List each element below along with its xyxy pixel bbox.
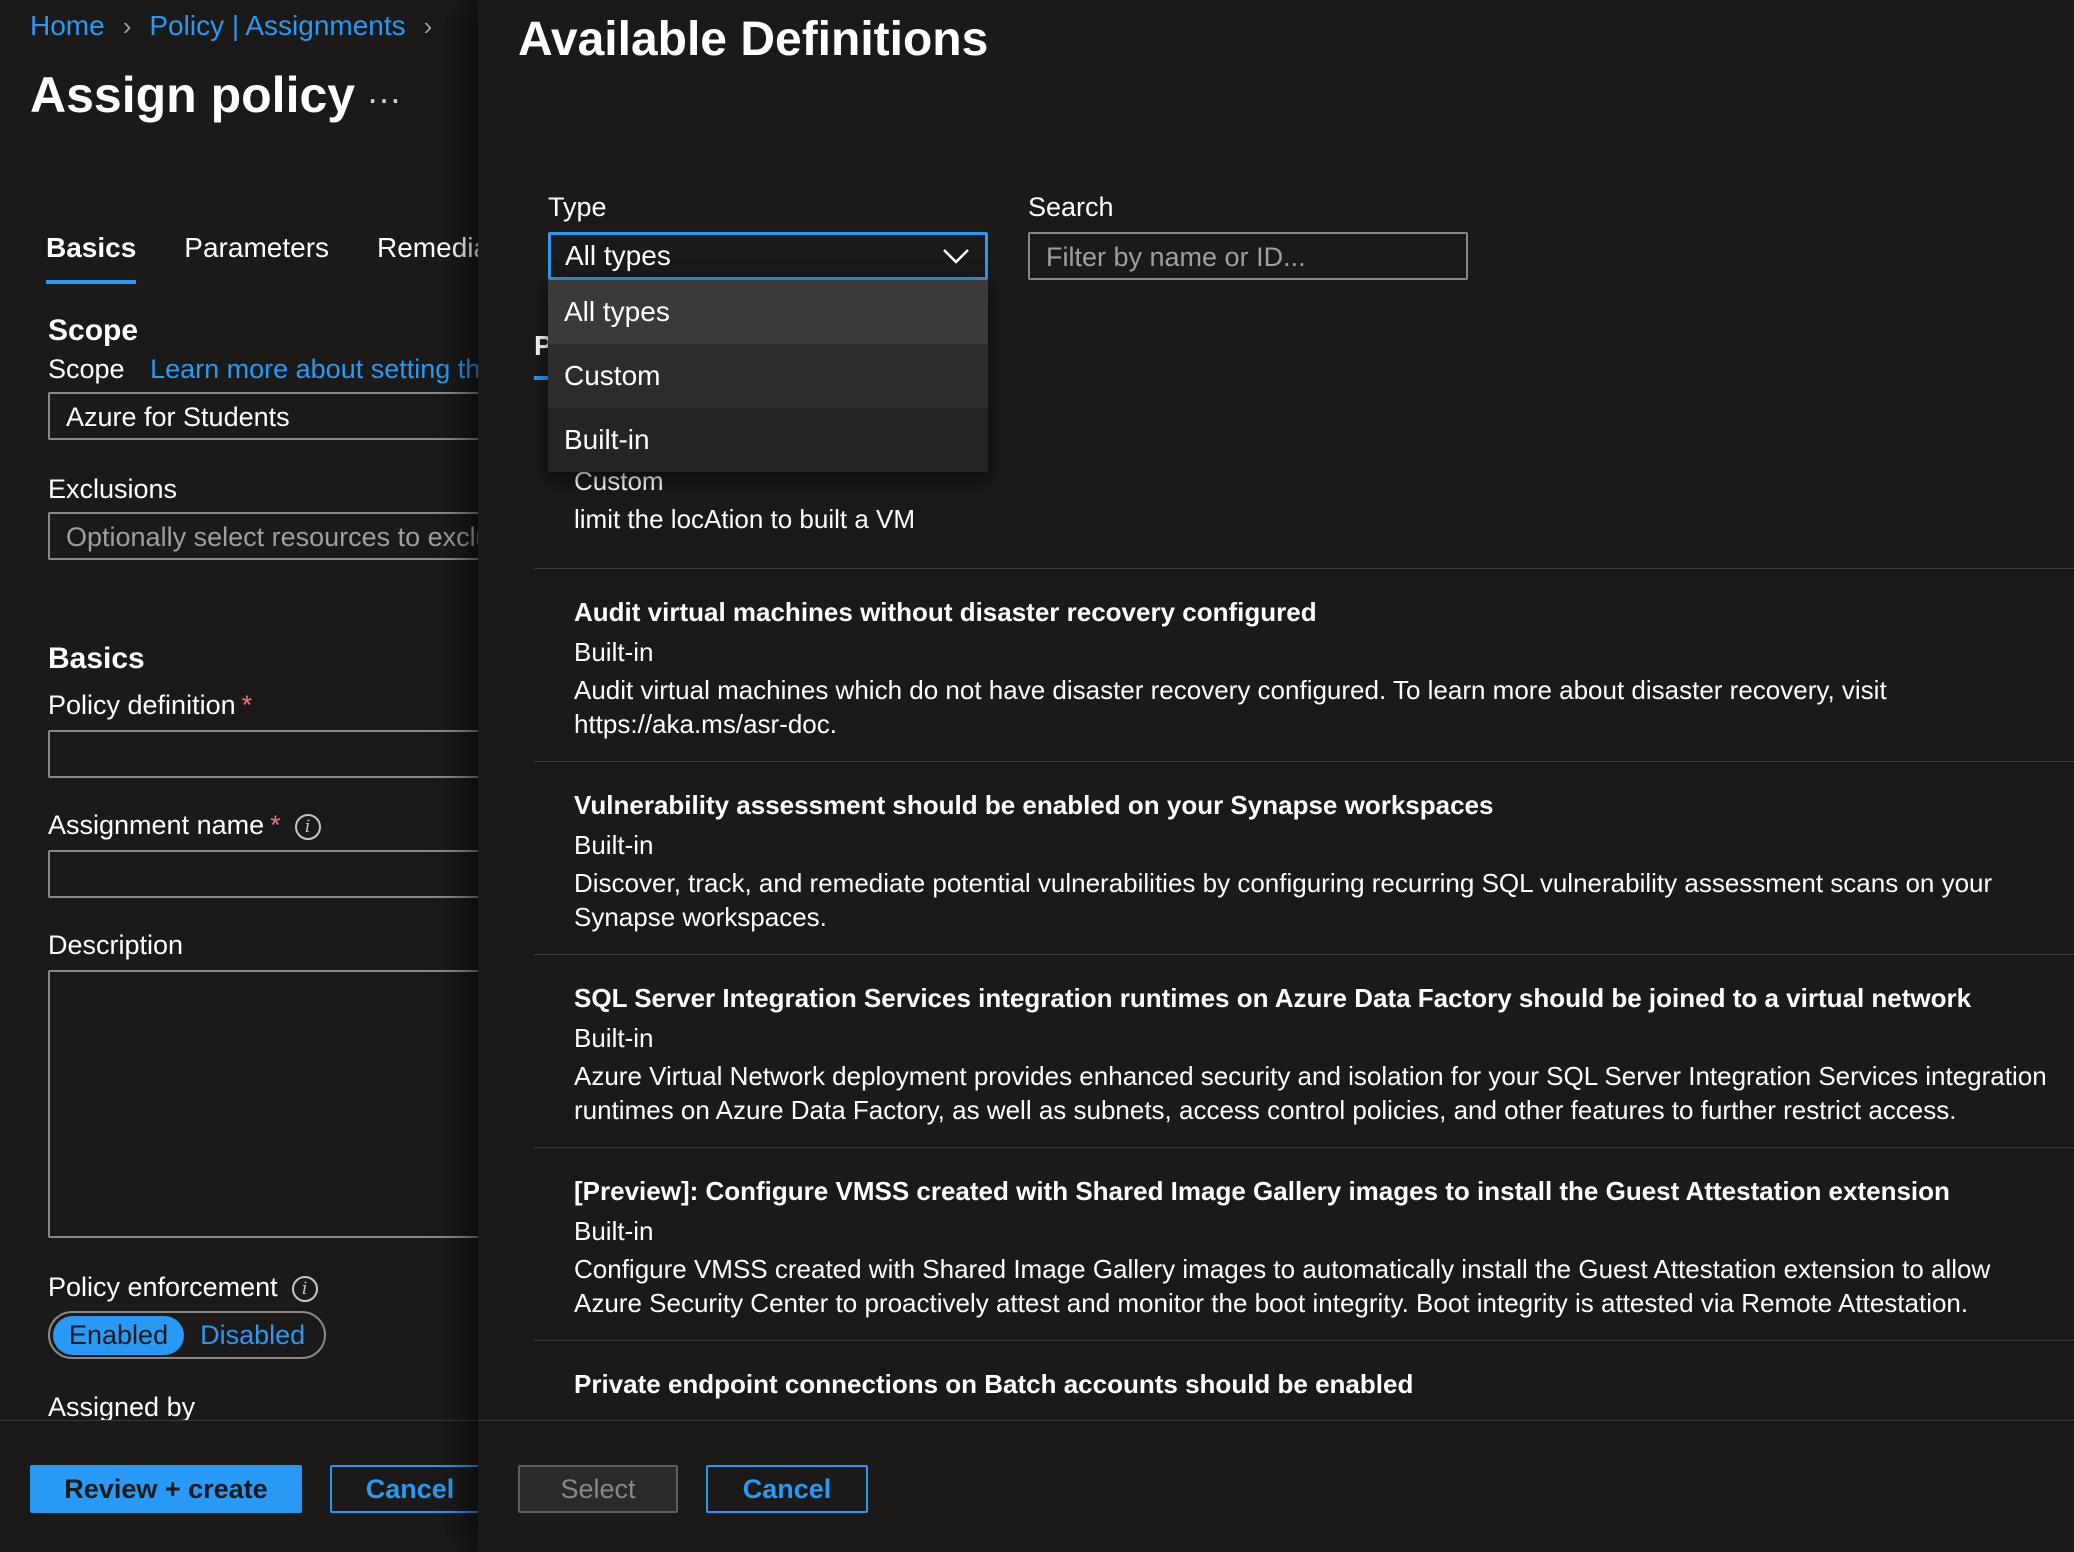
list-item[interactable]: Private endpoint connections on Batch ac… xyxy=(534,1341,2074,1403)
assignment-name-label-row: Assignment name * i xyxy=(48,810,321,841)
required-mark: * xyxy=(241,690,253,720)
type-select[interactable]: All types xyxy=(548,232,988,280)
description-textarea[interactable] xyxy=(48,970,478,1238)
definition-type: Built-in xyxy=(574,1023,654,1053)
type-select-value: All types xyxy=(565,240,671,271)
scope-section-heading: Scope xyxy=(48,314,139,347)
definition-title: [Preview]: Configure VMSS created with S… xyxy=(574,1176,1950,1206)
policy-definition-label-row: Policy definition * xyxy=(48,690,252,721)
enforcement-enabled-option[interactable]: Enabled xyxy=(53,1315,185,1355)
list-item[interactable]: SQL Server Integration Services integrat… xyxy=(534,955,2074,1148)
panel-cancel-button[interactable]: Cancel xyxy=(706,1465,868,1513)
scope-field[interactable]: Azure for Students xyxy=(48,392,478,440)
definition-title: Private endpoint connections on Batch ac… xyxy=(574,1369,1414,1399)
info-icon[interactable]: i xyxy=(294,813,321,840)
policy-definition-label: Policy definition xyxy=(48,690,236,720)
scope-learn-more-link[interactable]: Learn more about setting the xyxy=(150,354,478,384)
breadcrumb-home[interactable]: Home xyxy=(30,10,105,42)
tab-bar: Basics Parameters Remediat xyxy=(46,232,478,284)
more-options-icon[interactable]: … xyxy=(366,70,404,112)
policy-enforcement-label: Policy enforcement xyxy=(48,1272,278,1302)
panel-footer: Select Cancel xyxy=(478,1420,2074,1552)
definition-type: Built-in xyxy=(574,637,654,667)
blade-cancel-button[interactable]: Cancel xyxy=(330,1465,478,1513)
scope-label-row: Scope Learn more about setting the xyxy=(48,354,478,385)
enforcement-disabled-option[interactable]: Disabled xyxy=(184,1316,321,1355)
definition-title: Vulnerability assessment should be enabl… xyxy=(574,790,1494,820)
select-button[interactable]: Select xyxy=(518,1465,678,1513)
chevron-right-icon: › xyxy=(423,10,433,41)
review-create-button[interactable]: Review + create xyxy=(30,1465,302,1513)
type-option-builtin[interactable]: Built-in xyxy=(548,408,988,472)
tab-parameters[interactable]: Parameters xyxy=(184,232,329,284)
definition-title: SQL Server Integration Services integrat… xyxy=(574,983,1972,1013)
description-label: Description xyxy=(48,930,184,960)
type-dropdown-menu: All types Custom Built-in xyxy=(548,280,988,472)
definition-description: Audit virtual machines which do not have… xyxy=(574,675,1887,739)
scope-label: Scope xyxy=(48,354,125,384)
type-option-all[interactable]: All types xyxy=(548,280,988,344)
list-item[interactable]: Custom limit the locAtion to built a VM xyxy=(534,460,2074,569)
chevron-down-icon xyxy=(943,249,969,264)
breadcrumb: Home › Policy | Assignments › xyxy=(30,10,432,42)
assignment-name-field[interactable] xyxy=(48,850,478,898)
list-item[interactable]: [Preview]: Configure VMSS created with S… xyxy=(534,1148,2074,1341)
policy-enforcement-label-row: Policy enforcement i xyxy=(48,1272,318,1303)
page-title: Assign policy xyxy=(30,67,356,123)
breadcrumb-policy-assignments[interactable]: Policy | Assignments xyxy=(149,10,405,42)
definition-description: Azure Virtual Network deployment provide… xyxy=(574,1061,2047,1125)
basics-section-heading: Basics xyxy=(48,642,145,675)
assignment-name-label: Assignment name xyxy=(48,810,265,840)
definition-description: Configure VMSS created with Shared Image… xyxy=(574,1254,1991,1318)
tab-basics[interactable]: Basics xyxy=(46,232,137,284)
chevron-right-icon: › xyxy=(122,10,132,41)
list-item[interactable]: Audit virtual machines without disaster … xyxy=(534,569,2074,762)
definition-description: Discover, track, and remediate potential… xyxy=(574,868,1993,932)
definition-type: Built-in xyxy=(574,830,654,860)
policy-enforcement-toggle: Enabled Disabled xyxy=(48,1311,327,1359)
exclusions-label: Exclusions xyxy=(48,474,178,504)
definition-title: Audit virtual machines without disaster … xyxy=(574,597,1317,627)
blade-footer: Review + create Cancel xyxy=(0,1420,478,1552)
available-definitions-panel: Available Definitions Type All types Sea… xyxy=(478,0,2074,1552)
search-input[interactable]: Filter by name or ID... xyxy=(1028,232,1468,280)
exclusions-field[interactable]: Optionally select resources to excluc xyxy=(48,512,478,560)
list-item[interactable]: Vulnerability assessment should be enabl… xyxy=(534,762,2074,955)
assigned-by-label: Assigned by xyxy=(48,1392,196,1422)
assign-policy-blade: Home › Policy | Assignments › Assign pol… xyxy=(0,0,478,1552)
definitions-list: Custom limit the locAtion to built a VM … xyxy=(534,460,2074,1403)
tab-remediation[interactable]: Remediat xyxy=(377,232,478,284)
active-tab-indicator xyxy=(534,376,548,380)
panel-title: Available Definitions xyxy=(518,13,989,66)
definition-type: Built-in xyxy=(574,1216,654,1246)
definition-description: limit the locAtion to built a VM xyxy=(574,504,916,534)
info-icon[interactable]: i xyxy=(291,1275,318,1302)
type-label: Type xyxy=(548,192,607,222)
search-label: Search xyxy=(1028,192,1114,222)
type-option-custom[interactable]: Custom xyxy=(548,344,988,408)
required-mark: * xyxy=(270,810,281,840)
policy-definition-field[interactable] xyxy=(48,730,478,778)
